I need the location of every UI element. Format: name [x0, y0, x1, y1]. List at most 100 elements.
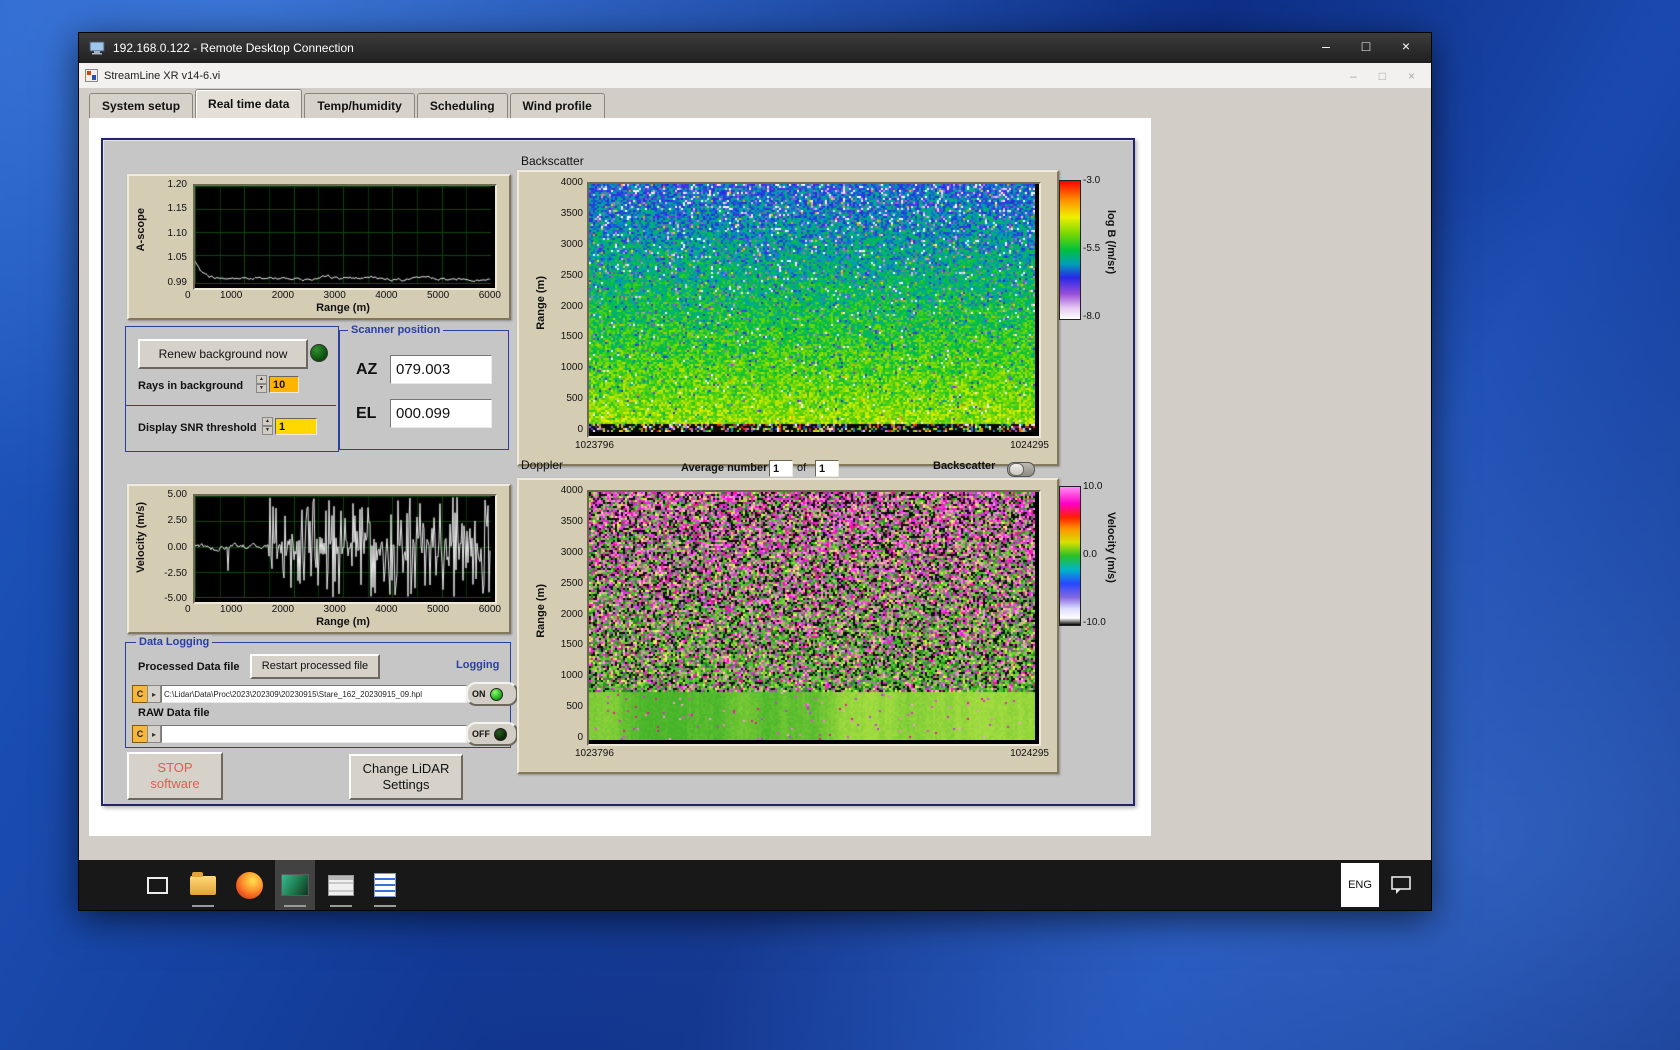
tick-label: 5.00 [167, 489, 187, 500]
browse-icon[interactable]: ▸ [147, 685, 161, 703]
browse-icon[interactable]: ▸ [147, 725, 161, 743]
tick-label: 2500 [560, 269, 583, 281]
app-close-icon[interactable]: × [1408, 69, 1415, 83]
processed-logging-toggle[interactable]: ON [466, 682, 518, 706]
drive-badge[interactable]: C [132, 725, 148, 743]
backscatter-colorbar [1059, 180, 1081, 320]
a-scope-panel: A-scope 1.20 1.15 1.10 1.05 0.99 0 1000 … [127, 174, 511, 320]
stop-software-button[interactable]: STOP software [127, 752, 223, 800]
tick-label: 1000 [560, 362, 583, 374]
notes-app-icon[interactable] [365, 860, 405, 910]
average-number-label: Average number [681, 462, 768, 474]
tab-wind-profile[interactable]: Wind profile [509, 93, 605, 118]
drive-badge[interactable]: C [132, 685, 148, 703]
processed-path-field[interactable]: C:\Lidar\Data\Proc\2023\202309\20230915\… [161, 685, 467, 703]
a-scope-xticks: 0 1000 2000 3000 4000 5000 6000 [185, 290, 501, 301]
renew-background-button[interactable]: Renew background now [138, 339, 308, 369]
tick-label: 2.50 [167, 515, 187, 526]
folder-glyph [190, 871, 216, 895]
tick-label: 1.20 [167, 179, 187, 190]
rdp-title: 192.168.0.122 - Remote Desktop Connectio… [113, 41, 354, 55]
background-controls-box: Renew background now Rays in background … [125, 326, 339, 452]
rdp-titlebar[interactable]: 192.168.0.122 - Remote Desktop Connectio… [79, 33, 1431, 63]
streamline-app-icon[interactable] [275, 860, 315, 910]
velocity-plot [193, 494, 497, 604]
spin-down-icon[interactable]: ▼ [262, 426, 273, 435]
restart-processed-file-button[interactable]: Restart processed file [250, 654, 380, 679]
tick-label: 3000 [323, 290, 346, 301]
action-center-icon[interactable] [1381, 860, 1421, 910]
raw-logging-toggle[interactable]: OFF [466, 722, 518, 746]
app-maximize-icon[interactable]: □ [1379, 69, 1386, 83]
tick-label: 2000 [560, 608, 583, 620]
snr-threshold-field[interactable]: 1 [275, 418, 317, 435]
rdp-window: 192.168.0.122 - Remote Desktop Connectio… [78, 32, 1432, 911]
close-icon[interactable]: × [1389, 35, 1423, 57]
minimize-icon[interactable]: – [1309, 35, 1343, 57]
tick-label: 0 [185, 290, 191, 301]
tick-label: 6000 [478, 290, 501, 301]
divider [126, 405, 336, 406]
az-value-field[interactable]: 079.003 [390, 355, 492, 384]
tick-label: 500 [566, 701, 583, 713]
tab-scheduling[interactable]: Scheduling [416, 93, 508, 118]
colorbar-tick: -5.5 [1083, 243, 1101, 254]
average-total-field[interactable]: 1 [815, 460, 839, 477]
display-mode-toggle[interactable] [1007, 462, 1035, 477]
maximize-icon[interactable]: □ [1349, 35, 1383, 57]
tick-label: 5000 [426, 290, 450, 301]
tick-label: 0 [185, 604, 191, 615]
average-number-field[interactable]: 1 [769, 460, 793, 477]
scan-scheduler-icon[interactable] [321, 860, 361, 910]
velocity-xlabel: Range (m) [316, 616, 370, 628]
notes-glyph [374, 873, 396, 897]
app-minimize-icon[interactable]: – [1350, 69, 1357, 83]
tick-label: -5.00 [164, 593, 187, 604]
snr-spinner[interactable]: ▲ ▼ [262, 417, 273, 435]
tick-label: 2000 [271, 604, 295, 615]
firefox-icon[interactable] [229, 860, 269, 910]
tick-label: 3000 [560, 238, 583, 250]
app-icon [85, 69, 98, 82]
doppler-xlabels: 1023796 1024295 [575, 748, 1049, 759]
tick-label: 1500 [560, 331, 583, 343]
doppler-panel: Range (m) 4000 3500 3000 2500 2000 1500 … [517, 478, 1059, 774]
tab-real-time-data[interactable]: Real time data [195, 89, 303, 118]
change-lidar-settings-button[interactable]: Change LiDAR Settings [349, 754, 463, 800]
tick-label: 1024295 [1010, 748, 1049, 759]
tick-label: 5000 [426, 604, 450, 615]
app-title: StreamLine XR v14-6.vi [104, 69, 221, 82]
tab-bar: System setup Real time data Temp/humidit… [79, 88, 1431, 118]
colorbar-tick: -10.0 [1083, 617, 1106, 628]
raw-path-field[interactable] [161, 725, 467, 743]
raw-file-label: RAW Data file [138, 707, 210, 719]
tick-label: 6000 [478, 604, 501, 615]
doppler-yticks: 4000 3500 3000 2500 2000 1500 1000 500 0 [547, 485, 583, 743]
a-scope-canvas [195, 186, 491, 284]
app-window-controls: – □ × [1350, 69, 1425, 83]
rays-spinner[interactable]: ▲ ▼ [256, 375, 267, 393]
file-explorer-icon[interactable] [183, 860, 223, 910]
spin-up-icon[interactable]: ▲ [262, 417, 273, 426]
scanner-position-title: Scanner position [348, 323, 444, 337]
tick-label: 3000 [323, 604, 346, 615]
tick-label: 4000 [560, 485, 583, 496]
tab-system-setup[interactable]: System setup [89, 93, 194, 118]
el-value-field[interactable]: 000.099 [390, 399, 492, 428]
scanner-position-box: Scanner position AZ 079.003 EL 000.099 [339, 323, 509, 450]
doppler-plot [587, 490, 1041, 746]
language-indicator[interactable]: ENG [1341, 863, 1379, 907]
off-label: OFF [472, 729, 490, 739]
spin-up-icon[interactable]: ▲ [256, 375, 267, 384]
spin-down-icon[interactable]: ▼ [256, 384, 267, 393]
velocity-panel: Velocity (m/s) 5.00 2.50 0.00 -2.50 -5.0… [127, 484, 511, 634]
rays-in-background-field[interactable]: 10 [269, 376, 299, 393]
background-led [310, 344, 328, 362]
task-view-icon[interactable] [137, 860, 177, 910]
tab-temp-humidity[interactable]: Temp/humidity [304, 93, 415, 118]
tick-label: 0.99 [167, 277, 187, 288]
app-titlebar[interactable]: StreamLine XR v14-6.vi – □ × [79, 63, 1431, 89]
backscatter-panel: Range (m) 4000 3500 3000 2500 2000 1500 … [517, 170, 1059, 466]
velocity-canvas [195, 496, 491, 598]
backscatter-ylabel: Range (m) [535, 276, 547, 330]
